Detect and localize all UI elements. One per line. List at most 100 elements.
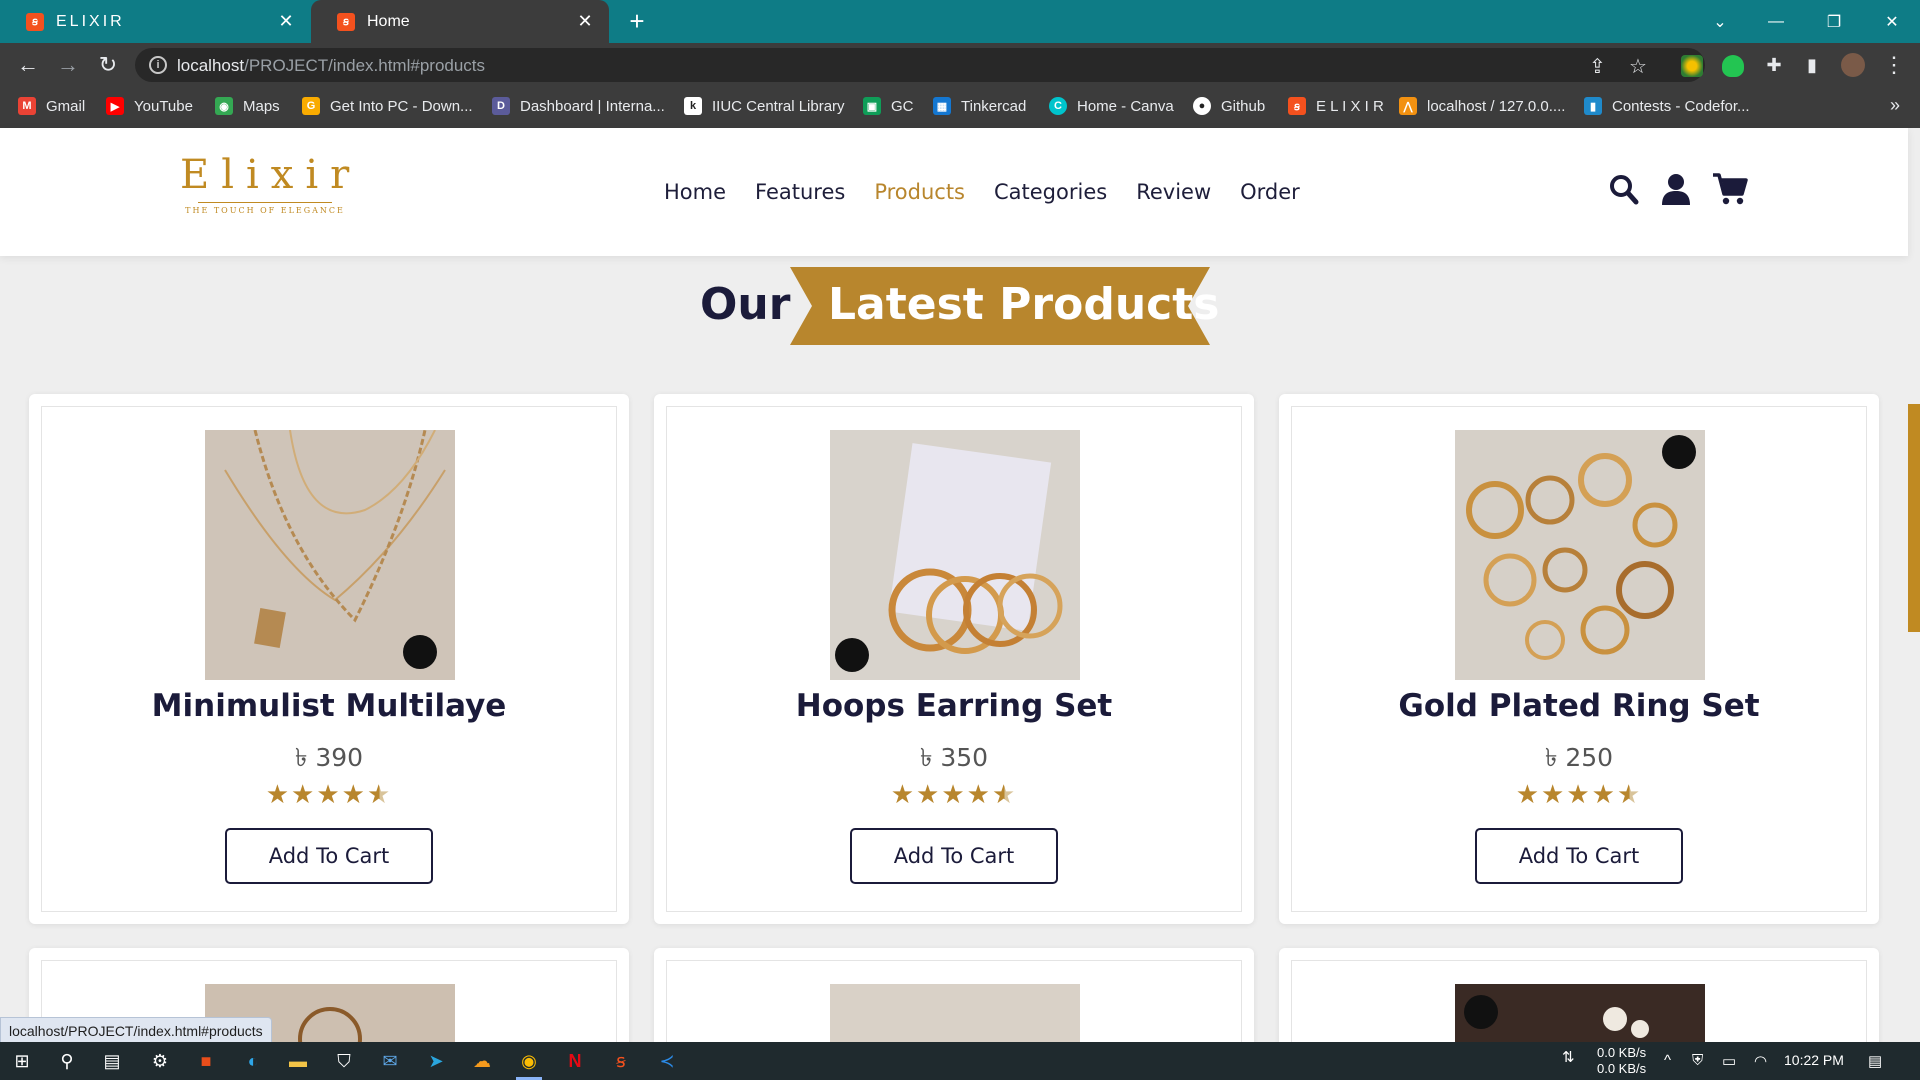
bookmark-gc[interactable]: ▣ GC (863, 97, 914, 115)
product-card: Minimulist Multilaye ৳ 390 ★★★★★ Add To … (29, 394, 629, 924)
close-tab-icon[interactable]: ✕ (276, 11, 296, 32)
product-price: ৳ 250 (1544, 743, 1614, 772)
defender-icon[interactable]: ⛨ (1692, 1052, 1703, 1069)
close-window-button[interactable]: ✕ (1868, 0, 1916, 43)
browser-menu-icon[interactable]: ⋮ (1880, 51, 1908, 79)
cloud-icon[interactable]: ☁ (469, 1048, 495, 1074)
nav-categories[interactable]: Categories (994, 180, 1107, 204)
status-url-bubble: localhost/PROJECT/index.html#products (0, 1017, 272, 1043)
user-icon[interactable] (1660, 172, 1692, 206)
mail-icon[interactable]: ✉ (377, 1048, 403, 1074)
tray-chevron-icon[interactable]: ^ (1664, 1052, 1671, 1069)
task-view-icon[interactable]: ▤ (99, 1048, 125, 1074)
more-bookmarks-icon[interactable]: » (1890, 95, 1900, 116)
address-bar[interactable]: i localhost/PROJECT/index.html#products … (135, 48, 1705, 82)
site-logo[interactable]: Elixir THE TOUCH OF ELEGANCE (180, 152, 350, 222)
product-image-partial[interactable] (830, 984, 1080, 1044)
tab-home[interactable]: ꞩ Home ✕ (311, 0, 609, 43)
heading-main: Latest Products (828, 279, 1220, 330)
xampp-icon[interactable]: ꞩ (608, 1048, 634, 1074)
add-to-cart-button[interactable]: Add To Cart (850, 828, 1058, 884)
search-icon[interactable]: ⚲ (54, 1048, 80, 1074)
chrome-icon[interactable]: ◉ (516, 1048, 542, 1074)
store-icon[interactable]: ⛉ (331, 1048, 357, 1074)
bookmark-tinkercad[interactable]: ▦ Tinkercad (933, 97, 1026, 115)
search-icon[interactable] (1608, 172, 1640, 206)
settings-gear-icon[interactable]: ⚙ (147, 1048, 173, 1074)
minimize-button[interactable]: — (1752, 0, 1800, 43)
bookmark-phpmyadmin[interactable]: ⋀ localhost / 127.0.0.... (1399, 97, 1565, 115)
section-heading: Our Latest Products (0, 265, 1920, 345)
nav-home[interactable]: Home (664, 180, 726, 204)
add-to-cart-button[interactable]: Add To Cart (225, 828, 433, 884)
bookmark-codeforces[interactable]: ▮ Contests - Codefor... (1584, 97, 1750, 115)
clock[interactable]: 10:22 PM (1784, 1052, 1844, 1068)
bookmark-gmail[interactable]: M Gmail (18, 97, 85, 115)
product-image-rings[interactable] (1455, 430, 1705, 680)
youtube-icon: ▶ (106, 97, 124, 115)
bookmark-getintopc[interactable]: G Get Into PC - Down... (302, 97, 473, 115)
heading-prefix: Our (700, 279, 791, 330)
add-to-cart-button[interactable]: Add To Cart (1475, 828, 1683, 884)
battery-icon[interactable]: ▭ (1722, 1052, 1736, 1070)
star-icon: ★ (265, 779, 292, 809)
share-icon[interactable]: ⇪ (1589, 54, 1606, 79)
bookmark-canva[interactable]: C Home - Canva (1049, 97, 1174, 115)
nav-review[interactable]: Review (1136, 180, 1211, 204)
product-image-earrings[interactable] (830, 430, 1080, 680)
restore-button[interactable]: ❐ (1810, 0, 1858, 43)
side-panel-icon[interactable]: ▮ (1798, 51, 1826, 79)
reload-icon[interactable]: ↻ (94, 51, 122, 79)
bookmark-dashboard[interactable]: D Dashboard | Interna... (492, 97, 665, 115)
rating-stars: ★★★★★ (29, 779, 629, 810)
office-icon[interactable]: ■ (193, 1048, 219, 1074)
tab-title: ELIXIR (56, 12, 125, 30)
tab-search-icon[interactable]: ⌄ (1696, 0, 1744, 43)
profile-avatar[interactable] (1841, 53, 1865, 77)
telegram-icon[interactable]: ➤ (423, 1048, 449, 1074)
file-explorer-icon[interactable]: ▬ (285, 1048, 311, 1074)
nav-products[interactable]: Products (874, 180, 965, 204)
bookmark-elixir[interactable]: ꞩE L I X I R (1288, 97, 1384, 115)
bookmark-library[interactable]: k IIUC Central Library (684, 97, 845, 115)
vscode-icon[interactable]: ≺ (654, 1048, 680, 1074)
netflix-icon[interactable]: N (562, 1048, 588, 1074)
extension-colorful-icon[interactable] (1681, 55, 1703, 77)
url-path: /PROJECT/index.html#products (244, 56, 486, 75)
bookmark-label: localhost / 127.0.0.... (1427, 97, 1566, 115)
nav-features[interactable]: Features (755, 180, 845, 204)
site-info-icon[interactable]: i (149, 56, 167, 74)
notification-icon[interactable]: ▤ (1868, 1052, 1882, 1070)
wifi-icon[interactable]: ◠ (1754, 1052, 1767, 1070)
nav-order[interactable]: Order (1240, 180, 1300, 204)
bookmark-label: IIUC Central Library (712, 97, 845, 115)
bookmark-label: Maps (243, 97, 280, 115)
bookmark-github[interactable]: ● Github (1193, 97, 1265, 115)
product-name: Hoops Earring Set (795, 688, 1113, 724)
cart-icon[interactable] (1712, 172, 1748, 206)
bookmark-star-icon[interactable]: ☆ (1629, 54, 1647, 79)
net-down: 0.0 KB/s (1597, 1045, 1647, 1060)
close-tab-icon[interactable]: ✕ (575, 11, 595, 32)
bookmark-youtube[interactable]: ▶ YouTube (106, 97, 193, 115)
extension-shield-icon[interactable] (1722, 55, 1744, 77)
back-icon[interactable]: ← (14, 51, 42, 79)
edge-icon[interactable]: ◐ (240, 1048, 266, 1074)
tab-elixir[interactable]: ꞩ ELIXIR ✕ (0, 0, 310, 43)
new-tab-button[interactable]: + (622, 6, 652, 36)
bookmark-label: Get Into PC - Down... (330, 97, 473, 115)
page-scrollbar-thumb[interactable] (1908, 404, 1920, 632)
main-nav: Home Features Products Categories Review… (664, 180, 1300, 204)
bookmark-maps[interactable]: ◉ Maps (215, 97, 280, 115)
xampp-favicon-icon: ꞩ (26, 12, 44, 31)
product-image-necklace[interactable] (205, 430, 455, 680)
forward-icon[interactable]: → (54, 51, 82, 79)
product-price: ৳ 390 (294, 743, 364, 772)
windows-start-icon[interactable]: ⊞ (9, 1048, 35, 1074)
star-half-icon: ★ (991, 779, 1018, 809)
star-icon: ★ (341, 779, 367, 809)
bookmark-label: YouTube (134, 97, 193, 115)
extensions-puzzle-icon[interactable]: ✚ (1760, 51, 1788, 79)
bookmark-label: Home - Canva (1077, 97, 1174, 115)
product-image-partial[interactable] (1455, 984, 1705, 1044)
